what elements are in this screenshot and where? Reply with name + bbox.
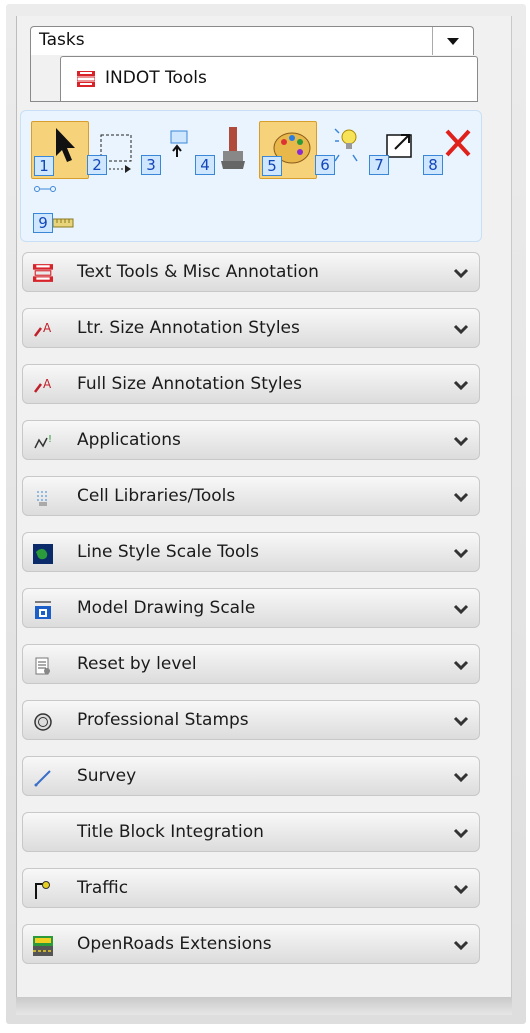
section-openroads-extensions[interactable]: OpenRoads Extensions — [22, 924, 480, 964]
toolbox: 1 2 3 4 5 6 7 8 9 — [20, 110, 482, 242]
chevron-down-icon — [453, 658, 469, 672]
section-label: Professional Stamps — [77, 710, 249, 730]
tool-number: 1 — [34, 156, 54, 176]
tasks-dropdown[interactable]: Tasks — [30, 26, 474, 55]
tasks-dropdown-label: Tasks — [39, 30, 85, 50]
tool-5-palette[interactable]: 5 — [259, 121, 317, 179]
section-survey[interactable]: Survey — [22, 756, 480, 796]
section-label: Traffic — [77, 878, 129, 898]
section-line-style-scale[interactable]: Line Style Scale Tools — [22, 532, 480, 572]
section-applications[interactable]: ! Applications — [22, 420, 480, 460]
tool-number: 3 — [141, 155, 161, 175]
tool-number: 5 — [262, 156, 282, 176]
tool-number: 9 — [33, 213, 53, 233]
indot-logo-icon — [76, 71, 96, 92]
tool-2-fence[interactable]: 2 — [85, 121, 141, 177]
tool-number: 8 — [423, 155, 443, 175]
section-title-block-integration[interactable]: Title Block Integration — [22, 812, 480, 852]
svg-text:A: A — [43, 377, 52, 391]
section-text-tools[interactable]: Text Tools & Misc Annotation — [22, 252, 480, 292]
road-icon — [33, 936, 53, 956]
section-label: Cell Libraries/Tools — [77, 486, 236, 506]
section-ltr-size-annotation[interactable]: A Ltr. Size Annotation Styles — [22, 308, 480, 348]
text-style-icon: A — [33, 320, 53, 340]
section-label: Ltr. Size Annotation Styles — [77, 318, 300, 338]
reset-level-icon — [33, 656, 53, 676]
indot-logo-icon — [33, 264, 53, 284]
section-label: Full Size Annotation Styles — [77, 374, 302, 394]
chevron-down-icon — [453, 546, 469, 560]
applications-icon: ! — [33, 432, 53, 452]
section-label: OpenRoads Extensions — [77, 934, 272, 954]
survey-line-icon — [33, 768, 53, 788]
section-full-size-annotation[interactable]: A Full Size Annotation Styles — [22, 364, 480, 404]
chevron-down-icon — [453, 266, 469, 280]
tool-1-select[interactable]: 1 — [31, 121, 89, 179]
chevron-down-icon — [453, 322, 469, 336]
tab-indot-tools[interactable]: INDOT Tools — [60, 56, 478, 101]
section-label: Survey — [77, 766, 137, 786]
tool-number: 4 — [195, 155, 215, 175]
section-label: Title Block Integration — [77, 822, 264, 842]
tool-3-move[interactable]: 3 — [139, 121, 195, 177]
tool-4-brush[interactable]: 4 — [193, 121, 249, 177]
section-professional-stamps[interactable]: Professional Stamps — [22, 700, 480, 740]
svg-text:A: A — [43, 321, 52, 335]
section-label: Line Style Scale Tools — [77, 542, 259, 562]
chevron-down-icon — [453, 602, 469, 616]
traffic-signal-icon — [33, 880, 53, 900]
section-label: Reset by level — [77, 654, 197, 674]
text-style-icon: A — [33, 376, 53, 396]
tab-indot-tools-label: INDOT Tools — [105, 68, 207, 88]
stamp-icon — [33, 712, 53, 732]
section-reset-by-level[interactable]: Reset by level — [22, 644, 480, 684]
chevron-down-icon — [453, 378, 469, 392]
section-label: Applications — [77, 430, 181, 450]
svg-text:!: ! — [48, 434, 52, 445]
tool-6-bulb[interactable]: 6 — [313, 121, 369, 177]
tool-number: 6 — [315, 155, 335, 175]
tab-frame-bottom — [30, 101, 478, 102]
tool-9-measure[interactable]: 9 — [31, 179, 87, 235]
panel-bottom-edge — [16, 997, 512, 1015]
tab-frame-left — [30, 54, 31, 102]
drawing-scale-icon — [33, 600, 53, 620]
chevron-down-icon — [453, 714, 469, 728]
dropdown-arrow-icon[interactable] — [432, 27, 473, 55]
cell-library-icon — [33, 488, 53, 508]
tool-8-delete[interactable]: 8 — [421, 121, 477, 177]
chevron-down-icon — [453, 826, 469, 840]
globe-icon — [33, 544, 53, 564]
chevron-down-icon — [453, 938, 469, 952]
tool-number: 7 — [369, 155, 389, 175]
chevron-down-icon — [453, 490, 469, 504]
section-model-drawing-scale[interactable]: Model Drawing Scale — [22, 588, 480, 628]
section-cell-libraries[interactable]: Cell Libraries/Tools — [22, 476, 480, 516]
section-traffic[interactable]: Traffic — [22, 868, 480, 908]
chevron-down-icon — [453, 434, 469, 448]
chevron-down-icon — [453, 882, 469, 896]
tool-number: 2 — [87, 155, 107, 175]
chevron-down-icon — [453, 770, 469, 784]
section-label: Model Drawing Scale — [77, 598, 256, 618]
tool-7-scale[interactable]: 7 — [367, 121, 423, 177]
section-label: Text Tools & Misc Annotation — [77, 262, 319, 282]
